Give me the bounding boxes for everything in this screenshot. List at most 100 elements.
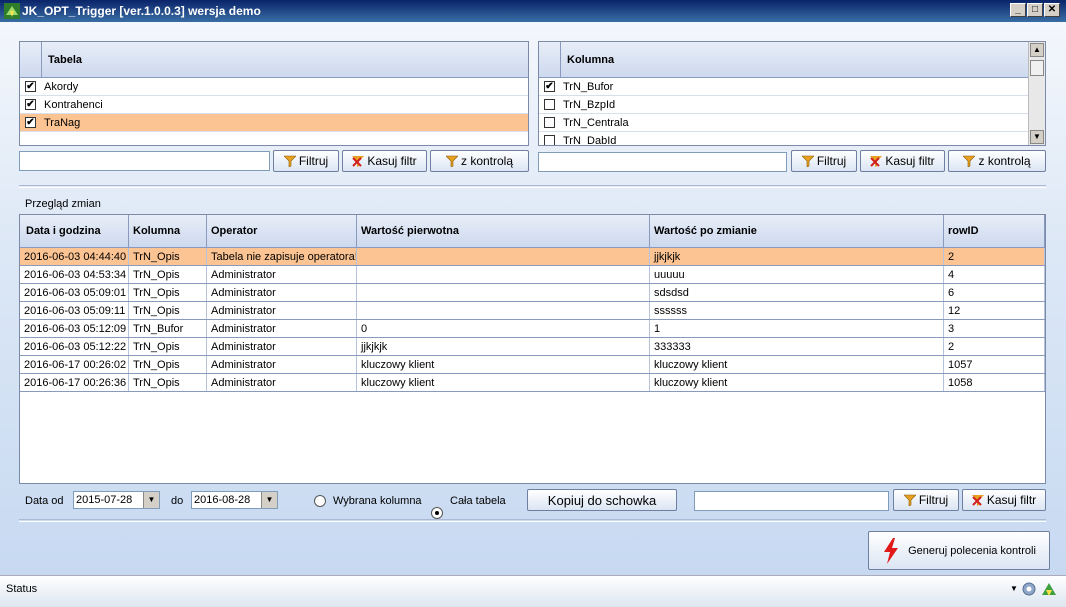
table-checkbox[interactable]: ✔ <box>25 81 36 92</box>
maximize-button[interactable]: □ <box>1027 3 1043 17</box>
columns-filter-button[interactable]: Filtruj <box>791 150 857 172</box>
column-checkbox[interactable] <box>544 99 555 110</box>
column-header[interactable]: Wartość pierwotna <box>357 215 650 247</box>
control-button-label: z kontrolą <box>978 154 1031 168</box>
tables-clear-filter-button[interactable]: Kasuj filtr <box>342 150 427 172</box>
table-cell: 6 <box>944 284 1045 301</box>
table-row[interactable]: 2016-06-03 05:12:09 TrN_Bufor Administrato… <box>20 320 1045 338</box>
table-checkbox[interactable]: ✔ <box>25 99 36 110</box>
generate-commands-button[interactable]: Generuj polecenia kontroli <box>868 531 1050 570</box>
changes-section-label: Przegląd zmian <box>25 198 101 210</box>
column-row[interactable]: ✔ TrN_Bufor <box>539 78 1029 96</box>
columns-control-button[interactable]: z kontrolą <box>948 150 1046 172</box>
changes-filter-input[interactable] <box>694 491 889 511</box>
table-cell: TrN_Opis <box>129 302 207 319</box>
table-cell: 2016-06-03 05:09:11 <box>20 302 129 319</box>
table-row[interactable]: 2016-06-03 05:12:22 TrN_Opis Administrator… <box>20 338 1045 356</box>
minimize-button[interactable]: _ <box>1010 3 1026 17</box>
chevron-down-icon[interactable]: ▼ <box>1010 584 1018 593</box>
column-header[interactable]: Operator <box>207 215 357 247</box>
table-checkbox[interactable]: ✔ <box>25 117 36 128</box>
tables-header-label: Tabela <box>48 53 83 66</box>
radio-selected-column-label[interactable]: Wybrana kolumna <box>333 495 422 507</box>
gear-icon[interactable] <box>1020 580 1038 598</box>
lightning-icon <box>884 537 899 564</box>
table-row[interactable]: ✔ Akordy <box>20 78 528 96</box>
close-button[interactable]: ✕ <box>1044 3 1060 17</box>
changes-filter-button[interactable]: Filtruj <box>893 489 959 511</box>
table-cell: sdsdsd <box>650 284 944 301</box>
filter-button-label: Filtruj <box>816 154 847 168</box>
table-cell: 2 <box>944 248 1045 265</box>
scroll-thumb[interactable] <box>1030 60 1044 76</box>
funnel-icon <box>801 155 814 167</box>
table-row-label: TraNag <box>44 116 81 129</box>
date-to-picker[interactable]: 2016-08-28 ▼ <box>191 491 278 509</box>
funnel-icon <box>903 494 916 506</box>
column-row[interactable]: TrN_DabId <box>539 132 1029 146</box>
separator <box>19 185 1046 188</box>
column-header[interactable]: Kolumna <box>129 215 207 247</box>
radio-whole-table[interactable] <box>431 507 443 519</box>
scroll-up-arrow-icon[interactable]: ▲ <box>1030 43 1044 57</box>
radio-selected-column[interactable] <box>314 495 326 507</box>
table-row[interactable]: 2016-06-03 05:09:11 TrN_Opis Administrator… <box>20 302 1045 320</box>
tables-filter-button[interactable]: Filtruj <box>273 150 339 172</box>
table-cell: 333333 <box>650 338 944 355</box>
columns-scrollbar[interactable]: ▲ ▼ <box>1028 42 1045 145</box>
date-to-value: 2016-08-28 <box>194 494 251 506</box>
changes-clear-filter-button[interactable]: Kasuj filtr <box>962 489 1046 511</box>
dropdown-arrow-icon[interactable]: ▼ <box>261 492 277 508</box>
table-cell: 2 <box>944 338 1045 355</box>
table-row[interactable]: ✔ Kontrahenci <box>20 96 528 114</box>
tables-control-button[interactable]: z kontrolą <box>430 150 529 172</box>
columns-filter-input[interactable] <box>538 152 787 172</box>
date-from-picker[interactable]: 2015-07-28 ▼ <box>73 491 160 509</box>
app-icon <box>4 3 20 19</box>
table-cell: Administrator <box>207 338 357 355</box>
funnel-icon <box>963 155 976 167</box>
column-row-label: TrN_DabId <box>563 134 617 146</box>
column-row[interactable]: TrN_Centrala <box>539 114 1029 132</box>
copy-to-clipboard-button[interactable]: Kopiuj do schowka <box>527 489 677 511</box>
column-header[interactable]: Wartość po zmianie <box>650 215 944 247</box>
table-cell: 1058 <box>944 374 1045 391</box>
changes-grid[interactable]: Data i godzina Kolumna Operator Wartość pie… <box>19 214 1046 484</box>
table-row[interactable]: 2016-06-17 00:26:36 TrN_Opis Administrator… <box>20 374 1045 392</box>
column-header[interactable]: rowID <box>944 215 1045 247</box>
columns-grid[interactable]: Kolumna ✔ TrN_Bufor TrN_BzpId TrN_Centrala T… <box>538 41 1046 146</box>
columns-grid-header: Kolumna <box>539 42 1029 78</box>
column-checkbox[interactable] <box>544 117 555 128</box>
column-checkbox[interactable] <box>544 135 555 145</box>
row-header-cell <box>20 42 42 77</box>
table-cell: Administrator <box>207 374 357 391</box>
table-row[interactable]: 2016-06-17 00:26:02 TrN_Opis Administrator… <box>20 356 1045 374</box>
window-title: JK_OPT_Trigger [ver.1.0.0.3] wersja demo <box>22 4 261 18</box>
table-cell <box>357 302 650 319</box>
tables-filter-input[interactable] <box>19 151 270 171</box>
tables-grid[interactable]: Tabela ✔ Akordy ✔ Kontrahenci ✔ TraNag <box>19 41 529 146</box>
table-cell: 2016-06-17 00:26:36 <box>20 374 129 391</box>
table-cell: jjkjkjk <box>357 338 650 355</box>
radio-whole-table-label[interactable]: Cała tabela <box>450 495 506 507</box>
column-header[interactable]: Data i godzina <box>20 215 129 247</box>
table-cell: uuuuu <box>650 266 944 283</box>
table-cell: Administrator <box>207 320 357 337</box>
dropdown-arrow-icon[interactable]: ▼ <box>143 492 159 508</box>
filter-button-label: Filtruj <box>918 493 949 507</box>
scroll-down-arrow-icon[interactable]: ▼ <box>1030 130 1044 144</box>
table-row[interactable]: 2016-06-03 04:44:40 TrN_Opis Tabela nie za… <box>20 248 1045 266</box>
column-checkbox[interactable]: ✔ <box>544 81 555 92</box>
table-row[interactable]: ✔ TraNag <box>20 114 528 132</box>
app-tray-icon[interactable] <box>1040 580 1058 598</box>
table-cell: Administrator <box>207 356 357 373</box>
title-bar[interactable]: JK_OPT_Trigger [ver.1.0.0.3] wersja demo… <box>0 0 1066 22</box>
filter-button-label: Filtruj <box>298 154 329 168</box>
date-to-label: do <box>171 495 184 507</box>
table-cell <box>357 248 650 265</box>
columns-clear-filter-button[interactable]: Kasuj filtr <box>860 150 945 172</box>
table-row[interactable]: 2016-06-03 04:53:34 TrN_Opis Administrator… <box>20 266 1045 284</box>
table-row[interactable]: 2016-06-03 05:09:01 TrN_Opis Administrator… <box>20 284 1045 302</box>
column-row-label: TrN_Centrala <box>563 116 629 129</box>
column-row[interactable]: TrN_BzpId <box>539 96 1029 114</box>
